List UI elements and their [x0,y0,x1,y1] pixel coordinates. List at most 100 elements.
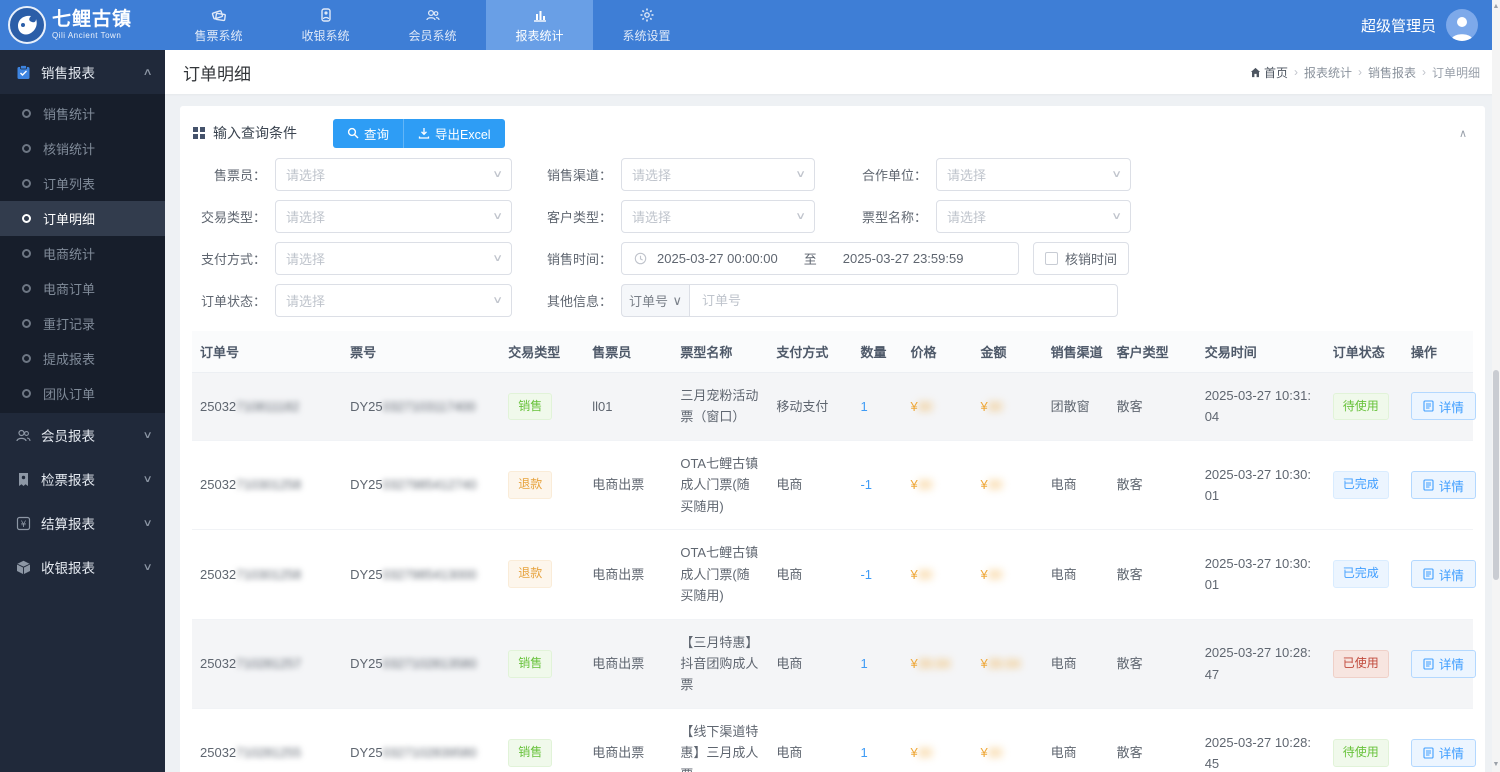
sidebar-item-ecommerce-stats[interactable]: 电商统计 [0,236,165,271]
bullet-icon [22,214,31,223]
seller-cell: 电商出票 [584,440,673,531]
nav-label: 收银系统 [301,28,350,43]
partner-select[interactable]: 请选择 ∨ [936,158,1131,191]
filter-label-partner: 合作单位： [861,168,927,183]
sidebar-item-ecommerce-orders[interactable]: 电商订单 [0,271,165,306]
nav-system-settings[interactable]: 系统设置 [593,0,700,50]
other-info-group: 订单号 ∨ [621,284,1118,317]
sidebar-group-cashier-report[interactable]: 收银报表 ∨ [0,545,165,589]
transaction-type-cell: 销售 [500,619,585,709]
chevron-down-icon: ∨ [1110,169,1122,180]
blurred-price: 30 [917,398,933,414]
order-status-badge: 已使用 [1332,649,1389,678]
collapse-panel-icon[interactable]: ∧ [1453,123,1473,144]
breadcrumb-home[interactable]: 首页 [1250,64,1288,81]
breadcrumb-label: 首页 [1263,65,1288,80]
home-icon [1250,67,1261,77]
table-row[interactable]: 25032710811182 DY250327103117400 销售 ll01… [192,372,1476,441]
filter-label-sales-channel: 销售渠道： [546,168,612,183]
sidebar-item-label: 订单明细 [43,212,96,227]
ticket-number-cell: DY250327102813580 [342,619,501,709]
nav-report-statistics[interactable]: 报表统计 [486,0,593,50]
top-nav: 售票系统 收银系统 会员系统 报表统计 系统设置 [165,0,700,50]
bullet-icon [22,389,31,398]
detail-button[interactable]: 详情 [1410,471,1476,500]
sidebar-group-member-report[interactable]: 会员报表 ∨ [0,413,165,457]
order-number-input[interactable] [689,284,1118,317]
user-avatar[interactable] [1446,9,1478,41]
sidebar-group-ticket-check-report[interactable]: 检票报表 ∨ [0,457,165,501]
other-info-select-value: 订单号 [629,294,669,309]
order-status-select[interactable]: 请选择 ∨ [275,284,512,317]
table-row[interactable]: 25032710301258 DY250327985413000 退款 电商出票… [192,529,1476,620]
blurred-order-digits: 710811182 [236,398,300,414]
sidebar-item-sales-stats[interactable]: 销售统计 [0,96,165,131]
transaction-type-badge: 销售 [508,649,553,678]
filter-label-sale-time: 销售时间： [546,252,612,267]
order-status-cell: 待使用 [1324,372,1403,441]
select-placeholder: 请选择 [632,210,672,225]
breadcrumb-current: 订单明细 [1431,65,1480,80]
sale-time-end[interactable]: 2025-03-27 23:59:59 [843,251,964,266]
seller-cell: 电商出票 [584,619,673,709]
table-row[interactable]: 25032710301258 DY250327985412740 退款 电商出票… [192,440,1476,531]
scrollbar-up-arrow[interactable]: ▲ [1492,2,1500,12]
sidebar-group-settlement-report[interactable]: ¥ 结算报表 ∨ [0,501,165,545]
chevron-down-icon: ∨ [672,292,682,308]
sidebar-group-sales-report[interactable]: 销售报表 ∧ [0,50,165,94]
pay-method-select[interactable]: 请选择 ∨ [275,242,512,275]
quantity-cell: 1 [852,708,903,772]
table-row[interactable]: 25032710281257 DY250327102813580 销售 电商出票… [192,619,1476,709]
sidebar-item-verification-stats[interactable]: 核销统计 [0,131,165,166]
order-status-cell: 待使用 [1324,708,1403,772]
column-header: 票型名称 [672,331,769,373]
sidebar-group-label: 检票报表 [41,473,95,488]
sidebar-item-team-orders[interactable]: 团队订单 [0,376,165,411]
gear-icon [639,7,655,23]
action-cell: 详情 [1402,708,1476,772]
sales-channel-select[interactable]: 请选择 ∨ [621,158,815,191]
blurred-price: 30 [917,477,933,493]
table-row[interactable]: 25032710281255 DY250327102839580 销售 电商出票… [192,708,1476,772]
transaction-time-cell: 2025-03-27 10:30:01 [1196,529,1325,620]
blurred-amount: 30 [987,398,1003,414]
breadcrumb-report-statistics[interactable]: 报表统计 [1304,64,1352,81]
sidebar-item-order-list[interactable]: 订单列表 [0,166,165,201]
sidebar-item-order-detail[interactable]: 订单明细 [0,201,165,236]
verify-time-checkbox-button[interactable]: 核销时间 [1033,242,1130,275]
sale-time-start[interactable]: 2025-03-27 00:00:00 [657,251,778,266]
nav-ticketing-system[interactable]: 售票系统 [165,0,272,50]
action-cell: 详情 [1402,529,1476,620]
sale-time-range-picker[interactable]: 2025-03-27 00:00:00 至 2025-03-27 23:59:5… [621,242,1019,275]
bullet-icon [22,284,31,293]
column-header: 订单号 [192,331,343,373]
sidebar-item-commission-report[interactable]: 提成报表 [0,341,165,376]
ticket-type-select[interactable]: 请选择 ∨ [936,200,1131,233]
column-header: 操作 [1402,331,1473,373]
order-status-badge: 待使用 [1332,392,1389,421]
seller-select[interactable]: 请选择 ∨ [275,158,512,191]
logo-title: 七鲤古镇 [52,8,133,30]
breadcrumb-sales-report[interactable]: 销售报表 [1368,64,1416,81]
current-user-name[interactable]: 超级管理员 [1361,15,1436,36]
other-info-field-select[interactable]: 订单号 ∨ [621,284,689,317]
detail-button[interactable]: 详情 [1410,392,1476,421]
nav-member-system[interactable]: 会员系统 [379,0,486,50]
search-button[interactable]: 查询 [333,118,404,148]
scrollbar-down-arrow[interactable]: ▼ [1492,760,1500,770]
nav-cashier-system[interactable]: 收银系统 [272,0,379,50]
scrollbar-thumb[interactable] [1493,370,1499,580]
amount-cell: ¥30 [972,708,1043,772]
export-excel-button[interactable]: 导出Excel [403,118,505,148]
filter-label-pay-method: 支付方式： [200,252,266,267]
detail-button[interactable]: 详情 [1410,738,1476,767]
detail-button[interactable]: 详情 [1410,560,1476,589]
customer-type-select[interactable]: 请选择 ∨ [621,200,815,233]
transaction-type-select[interactable]: 请选择 ∨ [275,200,512,233]
order-number-cell: 25032710281257 [192,619,343,709]
detail-button[interactable]: 详情 [1410,649,1476,678]
sidebar-item-reprint-records[interactable]: 重打记录 [0,306,165,341]
transaction-type-cell: 销售 [500,372,585,441]
page-scrollbar[interactable]: ▲ ▼ [1492,0,1500,772]
sales-report-icon [14,63,32,81]
